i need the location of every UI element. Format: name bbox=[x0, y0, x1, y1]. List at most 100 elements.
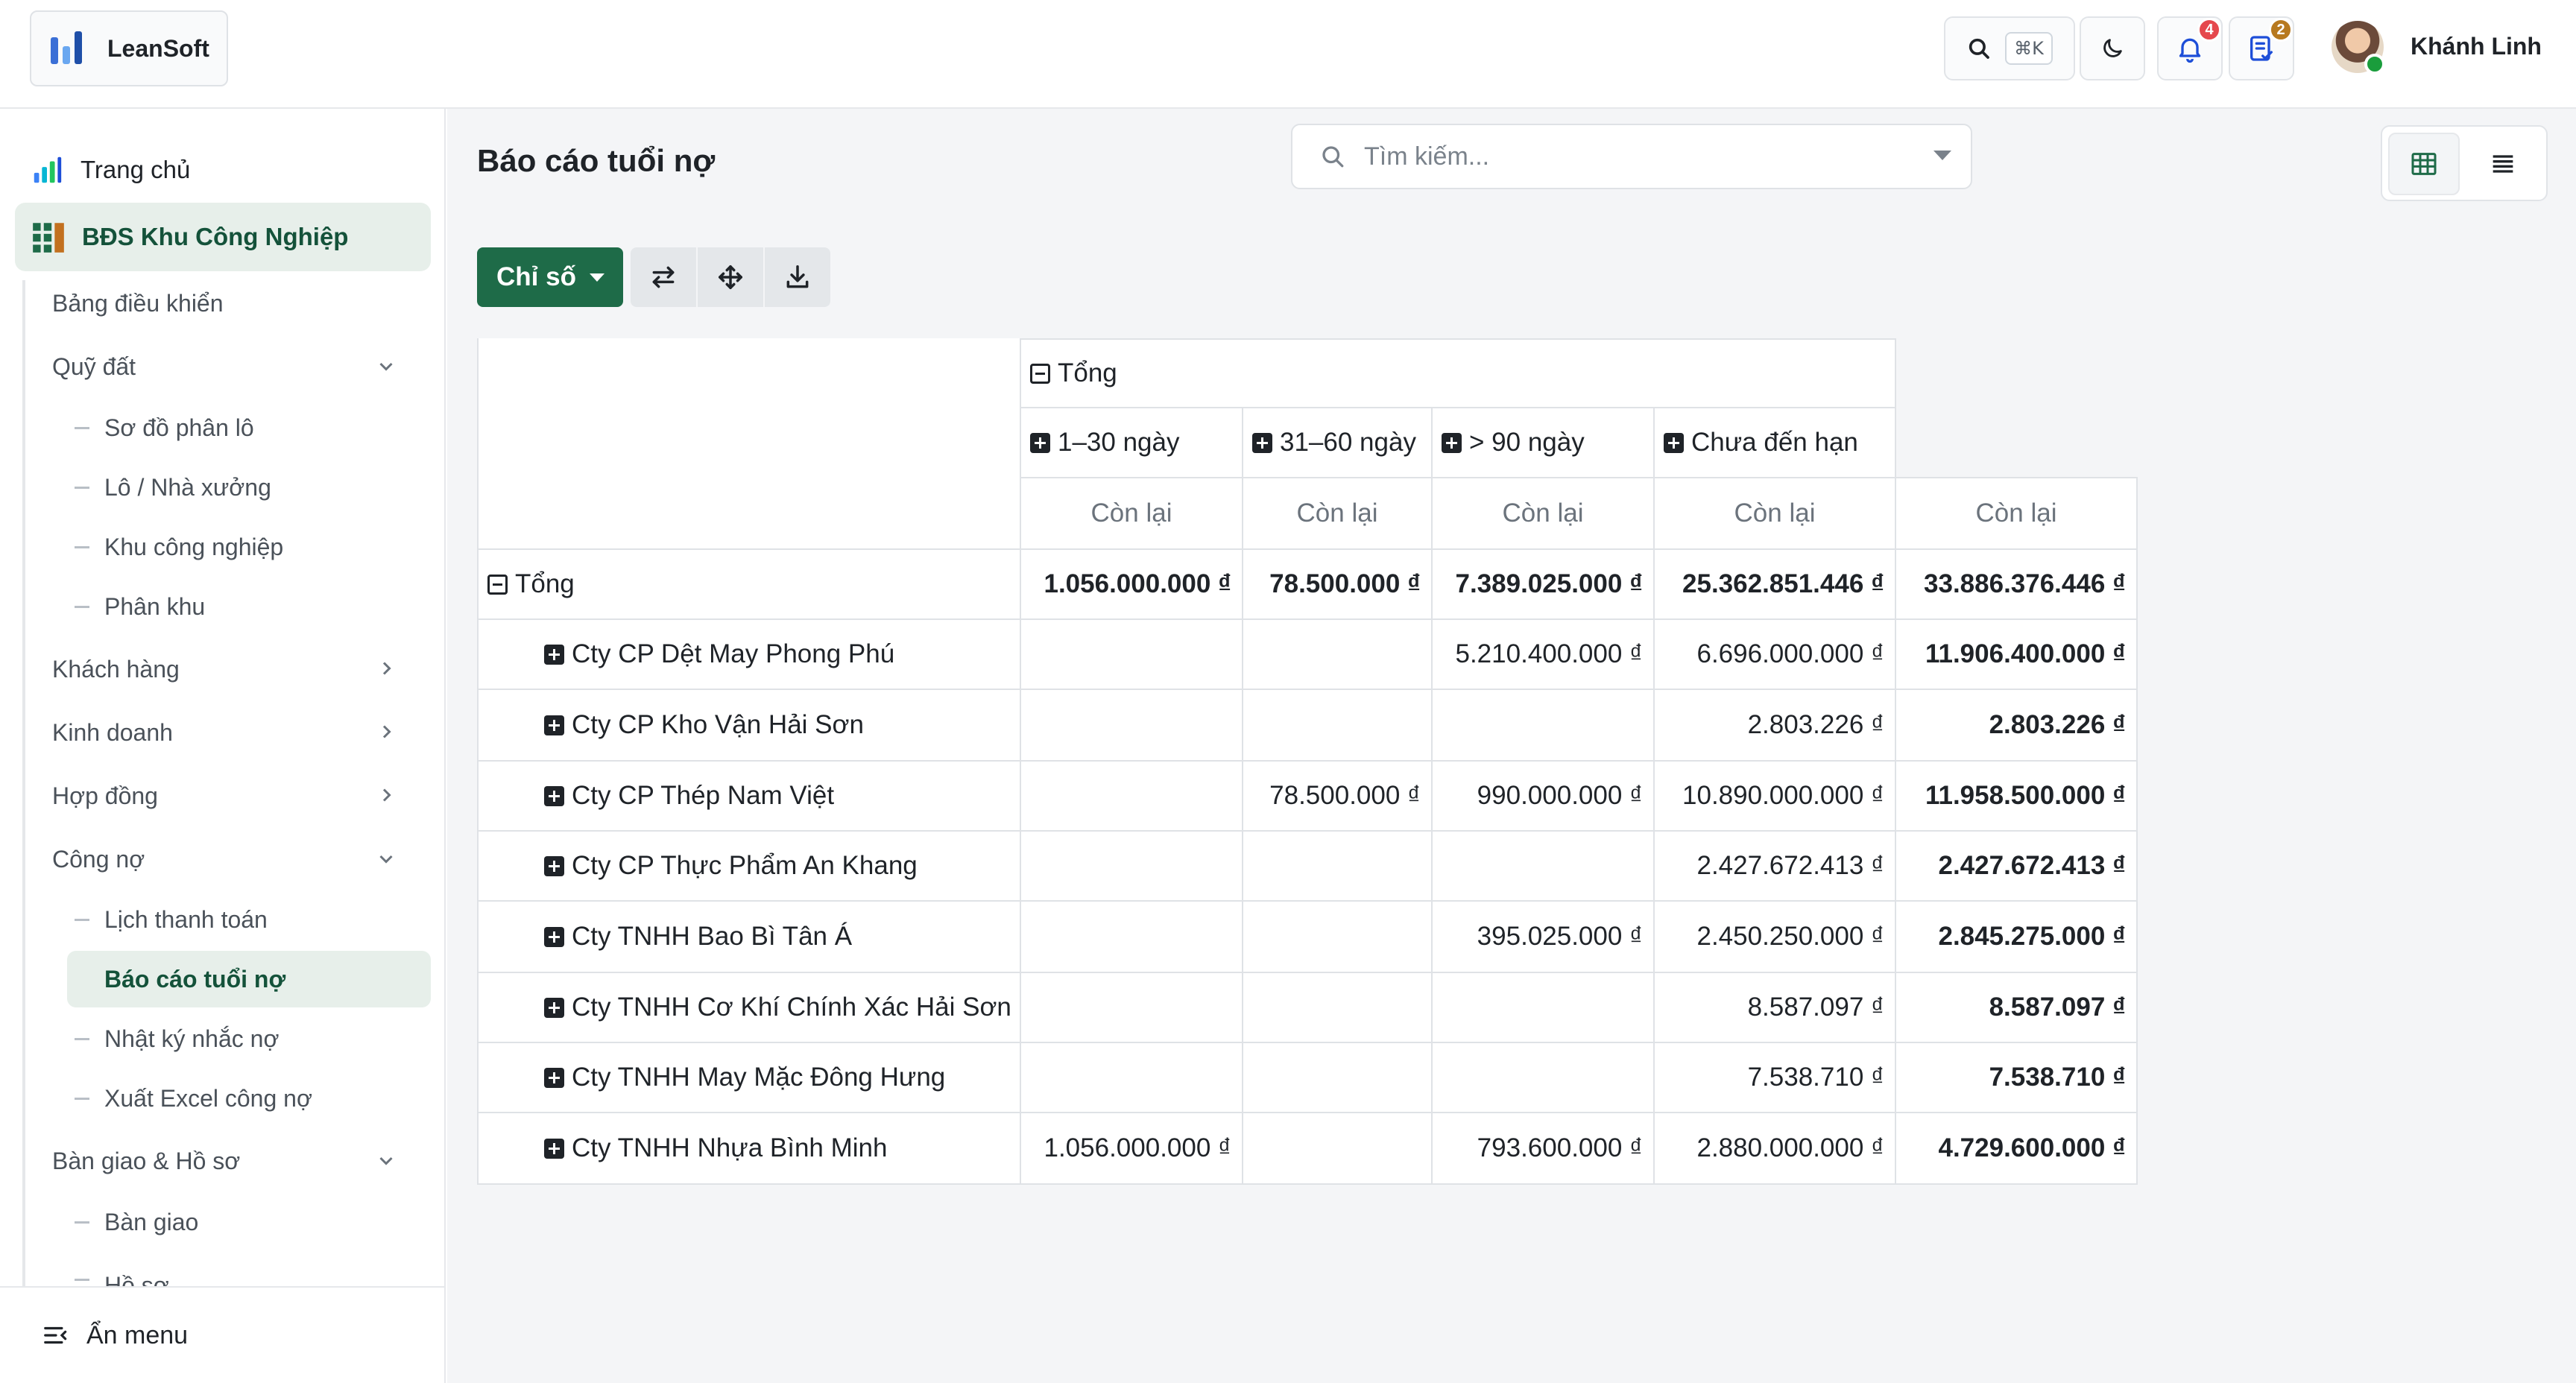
sidebar-item-land-map[interactable]: Sơ đồ phân lô bbox=[67, 399, 431, 456]
sidebar-item-label: Trang chủ bbox=[80, 156, 191, 183]
header-label: Chưa đến hạn bbox=[1691, 428, 1858, 457]
measures-dropdown-button[interactable]: Chỉ số bbox=[477, 247, 623, 307]
sidebar-module-industrial-park[interactable]: BĐS Khu Công Nghiệp bbox=[15, 203, 431, 271]
row-header[interactable]: Cty CP Thép Nam Việt bbox=[477, 762, 1021, 832]
sidebar-item-label: Xuất Excel công nợ bbox=[104, 1084, 312, 1112]
row-header[interactable]: Cty CP Dệt May Phong Phú bbox=[477, 620, 1021, 690]
measure-header[interactable]: Còn lại bbox=[1433, 478, 1655, 550]
pivot-view-button[interactable] bbox=[2388, 133, 2460, 195]
table-cell: 10.890.000.000 ₫ bbox=[1655, 762, 1896, 832]
row-header[interactable]: Cty TNHH May Mặc Đông Hưng bbox=[477, 1043, 1021, 1113]
download-button[interactable] bbox=[765, 247, 830, 307]
flip-axis-button[interactable] bbox=[631, 247, 696, 307]
expand-plus-icon[interactable] bbox=[1664, 432, 1684, 453]
app-logo-button[interactable]: LeanSoft bbox=[30, 10, 228, 86]
column-header[interactable]: > 90 ngày bbox=[1433, 408, 1655, 478]
table-cell: 78.500.000 ₫ bbox=[1243, 762, 1433, 832]
notifications-button[interactable]: 4 bbox=[2157, 16, 2223, 80]
top-header: LeanSoft ⌘K 4 2 Khánh Linh bbox=[0, 0, 2576, 109]
table-cell bbox=[1433, 832, 1655, 902]
sidebar-item-parks[interactable]: Khu công nghiệp bbox=[67, 519, 431, 575]
sidebar-item-handover[interactable]: Bàn giao & Hồ sơ bbox=[52, 1136, 417, 1186]
expand-plus-icon[interactable] bbox=[544, 785, 564, 806]
search-button[interactable]: ⌘K bbox=[1944, 16, 2075, 80]
expand-plus-icon[interactable] bbox=[544, 715, 564, 735]
chevron-down-icon bbox=[379, 1156, 393, 1165]
measure-header[interactable]: Còn lại bbox=[1655, 478, 1896, 550]
table-cell bbox=[1021, 902, 1243, 973]
header-label: 31–60 ngày bbox=[1280, 428, 1416, 457]
row-header[interactable]: Cty TNHH Nhựa Bình Minh bbox=[477, 1113, 1021, 1185]
sidebar-item-land[interactable]: Quỹ đất bbox=[52, 342, 417, 391]
header-label: Cty TNHH Cơ Khí Chính Xác Hải Sơn bbox=[572, 993, 1011, 1022]
table-grid-icon bbox=[2411, 153, 2437, 175]
sidebar-item-lots[interactable]: Lô / Nhà xưởng bbox=[67, 459, 431, 516]
table-cell: 7.538.710 ₫ bbox=[1896, 1043, 2138, 1113]
sidebar-item-zones[interactable]: Phân khu bbox=[67, 578, 431, 635]
sidebar-item-customers[interactable]: Khách hàng bbox=[52, 645, 417, 694]
column-header[interactable]: 1–30 ngày bbox=[1021, 408, 1243, 478]
sidebar-module-label: BĐS Khu Công Nghiệp bbox=[82, 223, 349, 250]
column-header[interactable]: Chưa đến hạn bbox=[1655, 408, 1896, 478]
list-view-button[interactable] bbox=[2467, 133, 2539, 195]
expand-plus-icon[interactable] bbox=[544, 1138, 564, 1159]
expand-plus-icon[interactable] bbox=[544, 1067, 564, 1088]
expand-plus-icon[interactable] bbox=[544, 644, 564, 665]
row-header[interactable]: Cty CP Kho Vận Hải Sơn bbox=[477, 690, 1021, 762]
app-root: LeanSoft ⌘K 4 2 Khánh Linh Trang chủ BĐS… bbox=[0, 0, 2576, 1383]
sidebar-item-home[interactable]: Trang chủ bbox=[15, 136, 431, 204]
header-label: Cty TNHH May Mặc Đông Hưng bbox=[572, 1063, 946, 1092]
column-group-header[interactable]: Tổng bbox=[1021, 338, 1896, 408]
tree-dash bbox=[75, 427, 89, 429]
search-input[interactable]: Tìm kiếm... bbox=[1291, 124, 1972, 189]
measure-header[interactable]: Còn lại bbox=[1896, 478, 2138, 550]
sidebar-item-records-sub[interactable]: Hồ sơ bbox=[67, 1250, 431, 1286]
theme-toggle-button[interactable] bbox=[2080, 16, 2145, 80]
expand-plus-icon[interactable] bbox=[1442, 432, 1462, 453]
expand-plus-icon[interactable] bbox=[1030, 432, 1050, 453]
expand-plus-icon[interactable] bbox=[1252, 432, 1272, 453]
table-cell: 11.958.500.000 ₫ bbox=[1896, 762, 2138, 832]
sidebar-item-debts[interactable]: Công nợ bbox=[52, 835, 417, 884]
sidebar: Trang chủ BĐS Khu Công Nghiệp Bảng điều … bbox=[0, 109, 446, 1383]
expand-plus-icon[interactable] bbox=[544, 997, 564, 1018]
search-dropdown-toggle[interactable] bbox=[1933, 151, 1951, 160]
column-header[interactable]: 31–60 ngày bbox=[1243, 408, 1433, 478]
tree-dash bbox=[75, 487, 89, 489]
sidebar-item-contracts[interactable]: Hợp đồng bbox=[52, 771, 417, 820]
tasks-badge: 2 bbox=[2269, 18, 2293, 42]
row-header[interactable]: Cty TNHH Bao Bì Tân Á bbox=[477, 902, 1021, 973]
table-cell: 2.427.672.413 ₫ bbox=[1896, 832, 2138, 902]
row-total-header[interactable]: Tổng bbox=[477, 550, 1021, 620]
expand-plus-icon[interactable] bbox=[544, 855, 564, 876]
expand-all-button[interactable] bbox=[698, 247, 763, 307]
sidebar-item-label: Phân khu bbox=[104, 592, 206, 620]
sidebar-item-payment-schedule[interactable]: Lịch thanh toán bbox=[67, 891, 431, 948]
sidebar-item-dashboard[interactable]: Bảng điều khiển bbox=[52, 279, 417, 328]
table-cell: 2.880.000.000 ₫ bbox=[1655, 1113, 1896, 1185]
header-label: Cty TNHH Nhựa Bình Minh bbox=[572, 1133, 888, 1162]
total-row-cell: 33.886.376.446 ₫ bbox=[1896, 550, 2138, 620]
measure-header[interactable]: Còn lại bbox=[1021, 478, 1243, 550]
table-cell: 2.845.275.000 ₫ bbox=[1896, 902, 2138, 973]
chevron-right-icon bbox=[382, 788, 391, 802]
collapse-minus-icon[interactable] bbox=[1030, 363, 1050, 384]
table-cell bbox=[1021, 620, 1243, 690]
sidebar-item-reminder-log[interactable]: Nhật ký nhắc nợ bbox=[67, 1010, 431, 1067]
sidebar-item-handover-sub[interactable]: Bàn giao bbox=[67, 1194, 431, 1250]
sidebar-item-export-excel[interactable]: Xuất Excel công nợ bbox=[67, 1070, 431, 1127]
table-cell: 6.696.000.000 ₫ bbox=[1655, 620, 1896, 690]
sidebar-item-label: Công nợ bbox=[52, 845, 145, 873]
tasks-button[interactable]: 2 bbox=[2229, 16, 2294, 80]
measure-header[interactable]: Còn lại bbox=[1243, 478, 1433, 550]
sidebar-item-label: Bảng điều khiển bbox=[52, 289, 224, 317]
sidebar-item-sales[interactable]: Kinh doanh bbox=[52, 708, 417, 757]
collapse-minus-icon[interactable] bbox=[487, 574, 508, 595]
user-name[interactable]: Khánh Linh bbox=[2411, 33, 2542, 60]
swap-arrows-icon bbox=[652, 266, 675, 288]
expand-plus-icon[interactable] bbox=[544, 926, 564, 947]
sidebar-item-aging-report[interactable]: Báo cáo tuổi nợ bbox=[67, 951, 431, 1007]
row-header[interactable]: Cty TNHH Cơ Khí Chính Xác Hải Sơn bbox=[477, 973, 1021, 1043]
row-header[interactable]: Cty CP Thực Phẩm An Khang bbox=[477, 832, 1021, 902]
hide-menu-button[interactable]: Ẩn menu bbox=[0, 1286, 444, 1383]
